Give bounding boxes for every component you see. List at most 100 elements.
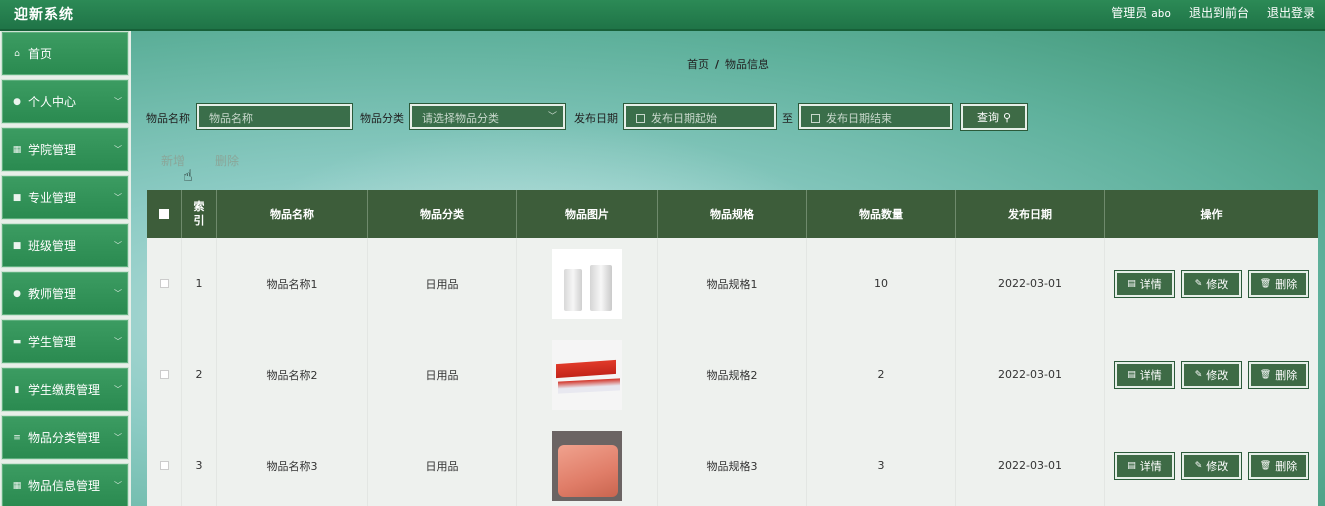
date-start-placeholder: 发布日期起始 xyxy=(651,112,717,125)
delete-button[interactable]: 🗑 删除 xyxy=(1249,270,1308,297)
detail-button[interactable]: ▤ 详情 xyxy=(1115,452,1174,479)
delete-label: 删除 xyxy=(1275,459,1298,473)
row-spec: 物品规格1 xyxy=(658,238,807,329)
sidebar-item-label: 学院管理 xyxy=(28,143,77,157)
row-ops: ▤ 详情 ✎ 修改 🗑 删除 xyxy=(1105,420,1318,506)
row-image-cell xyxy=(517,329,658,420)
list-icon: ≡ xyxy=(13,432,21,443)
row-select-cell xyxy=(147,238,182,329)
detail-label: 详情 xyxy=(1139,277,1162,291)
row-ops: ▤ 详情 ✎ 修改 🗑 删除 xyxy=(1105,238,1318,329)
sidebar-item-student[interactable]: ▬ 学生管理 ﹀ xyxy=(1,319,129,364)
sidebar-item-student-fee[interactable]: ▮ 学生缴费管理 ﹀ xyxy=(1,367,129,412)
doc-icon: ▤ xyxy=(1127,369,1136,380)
doc-icon: ▤ xyxy=(1127,278,1136,289)
row-select-cell xyxy=(147,420,182,506)
admin-name: abo xyxy=(1151,7,1171,20)
row-qty: 3 xyxy=(807,420,956,506)
top-right-links: 管理员 abo 退出到前台 退出登录 xyxy=(1111,4,1315,21)
row-index: 1 xyxy=(182,238,217,329)
column-header-image: 物品图片 xyxy=(517,190,658,238)
to-front-link[interactable]: 退出到前台 xyxy=(1189,4,1249,21)
trash-icon: 🗑 xyxy=(1259,460,1272,471)
chevron-down-icon: ﹀ xyxy=(114,385,122,394)
sidebar-item-label: 首页 xyxy=(28,47,53,61)
row-qty: 2 xyxy=(807,329,956,420)
table-row: 3 物品名称3 日用品 物品规格3 3 2022-03-01 ▤ 详情 ✎ 修改 🗑… xyxy=(147,420,1318,506)
row-checkbox[interactable] xyxy=(159,279,169,288)
edit-button[interactable]: ✎ 修改 xyxy=(1182,270,1241,297)
detail-button[interactable]: ▤ 详情 xyxy=(1115,270,1174,297)
sidebar-item-label: 学生缴费管理 xyxy=(28,383,101,397)
sidebar-item-item-info[interactable]: ▦ 物品信息管理 ﹀ xyxy=(1,463,129,506)
doc-icon: ■ xyxy=(12,240,22,251)
row-index: 3 xyxy=(182,420,217,506)
breadcrumb-separator: / xyxy=(714,58,720,71)
item-category-select[interactable]: 请选择物品分类 ﹀ xyxy=(410,104,565,129)
item-category-placeholder: 请选择物品分类 xyxy=(422,112,499,125)
query-button-label: 查询 xyxy=(976,111,999,124)
row-checkbox[interactable] xyxy=(159,461,169,470)
column-header-category: 物品分类 xyxy=(368,190,517,238)
sidebar-item-item-category[interactable]: ≡ 物品分类管理 ﹀ xyxy=(1,415,129,460)
hand-cursor-icon: ☝ xyxy=(183,166,193,185)
row-date: 2022-03-01 xyxy=(956,420,1105,506)
row-spec: 物品规格3 xyxy=(658,420,807,506)
row-category: 日用品 xyxy=(368,420,517,506)
row-date: 2022-03-01 xyxy=(956,238,1105,329)
doc-icon: ▤ xyxy=(1127,460,1136,471)
sidebar-item-home[interactable]: ⌂ 首页 xyxy=(1,31,129,76)
row-name: 物品名称1 xyxy=(217,238,368,329)
item-name-placeholder: 物品名称 xyxy=(209,112,253,125)
sidebar-item-class[interactable]: ■ 班级管理 ﹀ xyxy=(1,223,129,268)
column-header-spec: 物品规格 xyxy=(658,190,807,238)
date-end-input[interactable]: 发布日期结束 xyxy=(799,104,952,129)
index-header-line1: 索 xyxy=(193,200,205,213)
search-icon: ⚲ xyxy=(1002,110,1012,124)
detail-label: 详情 xyxy=(1139,459,1162,473)
row-image-cell xyxy=(517,238,658,329)
add-button[interactable]: 新增 xyxy=(161,152,185,169)
edit-button[interactable]: ✎ 修改 xyxy=(1182,452,1241,479)
sidebar-item-personal-center[interactable]: ● 个人中心 ﹀ xyxy=(1,79,129,124)
sidebar-item-label: 学生管理 xyxy=(28,335,77,349)
logout-link[interactable]: 退出登录 xyxy=(1267,4,1315,21)
column-header-date: 发布日期 xyxy=(956,190,1105,238)
edit-button[interactable]: ✎ 修改 xyxy=(1182,361,1241,388)
item-image-quilt xyxy=(552,430,622,501)
item-category-label: 物品分类 xyxy=(360,112,404,125)
column-header-name: 物品名称 xyxy=(217,190,368,238)
breadcrumb-home[interactable]: 首页 xyxy=(687,58,709,71)
select-all-checkbox[interactable] xyxy=(159,209,169,219)
item-image-cups xyxy=(552,248,622,319)
chevron-down-icon: ﹀ xyxy=(547,112,557,122)
chevron-down-icon: ﹀ xyxy=(114,241,122,250)
chevron-down-icon: ﹀ xyxy=(114,145,122,154)
chat-icon: ▬ xyxy=(12,336,22,347)
sidebar-item-label: 教师管理 xyxy=(28,287,77,301)
row-checkbox[interactable] xyxy=(159,370,169,379)
row-ops: ▤ 详情 ✎ 修改 🗑 删除 xyxy=(1105,329,1318,420)
sidebar-item-college[interactable]: ▦ 学院管理 ﹀ xyxy=(1,127,129,172)
delete-button[interactable]: 🗑 删除 xyxy=(1249,361,1308,388)
app-title: 迎新系统 xyxy=(14,7,74,23)
trash-icon: 🗑 xyxy=(1259,278,1272,289)
sidebar-item-major[interactable]: ■ 专业管理 ﹀ xyxy=(1,175,129,220)
chevron-down-icon: ﹀ xyxy=(114,193,122,202)
sidebar-item-label: 物品分类管理 xyxy=(28,431,101,445)
item-name-input[interactable]: 物品名称 xyxy=(197,104,352,129)
batch-delete-button[interactable]: 删除 xyxy=(215,152,239,169)
detail-button[interactable]: ▤ 详情 xyxy=(1115,361,1174,388)
query-button[interactable]: 查询 ⚲ xyxy=(961,104,1027,130)
breadcrumb: 首页 / 物品信息 xyxy=(131,56,1325,72)
pencil-icon: ✎ xyxy=(1194,369,1203,380)
date-start-input[interactable]: 发布日期起始 xyxy=(624,104,776,129)
row-date: 2022-03-01 xyxy=(956,329,1105,420)
sidebar-item-label: 个人中心 xyxy=(28,95,77,109)
sidebar-item-label: 物品信息管理 xyxy=(28,479,101,493)
row-category: 日用品 xyxy=(368,238,517,329)
sidebar-item-teacher[interactable]: ● 教师管理 ﹀ xyxy=(1,271,129,316)
chevron-down-icon: ﹀ xyxy=(114,289,122,298)
delete-button[interactable]: 🗑 删除 xyxy=(1249,452,1308,479)
pencil-icon: ✎ xyxy=(1194,278,1203,289)
